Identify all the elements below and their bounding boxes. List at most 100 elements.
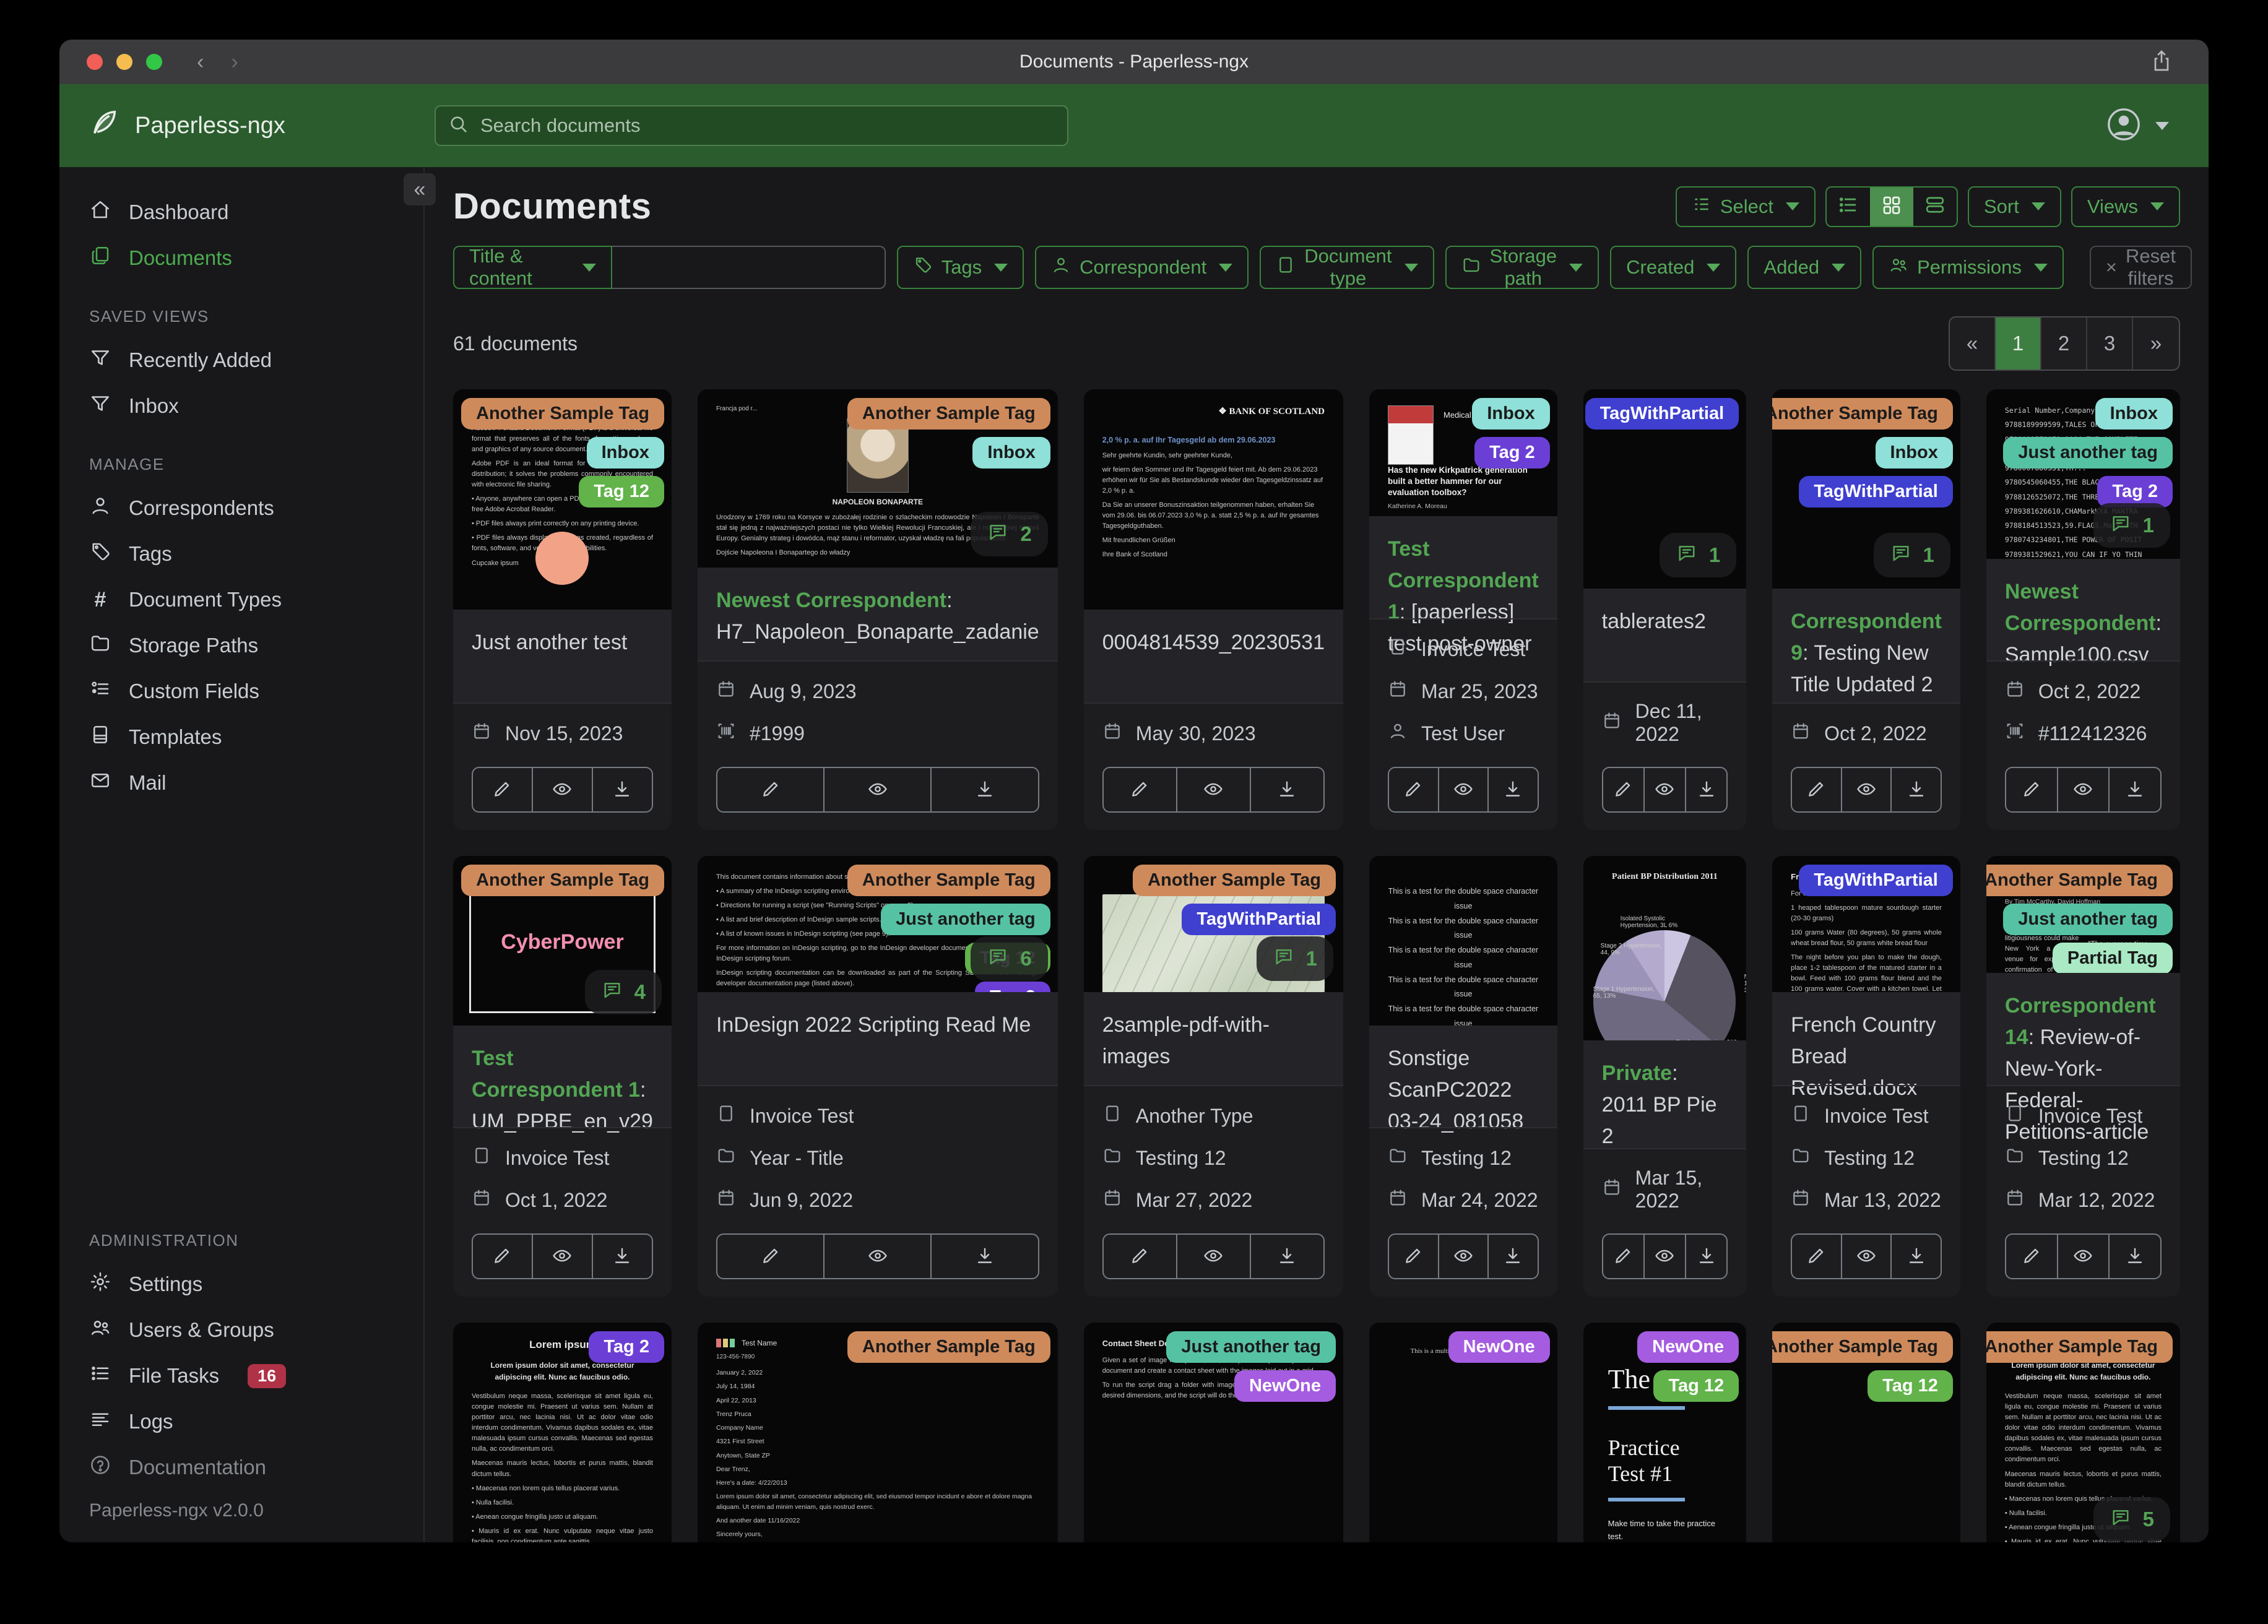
share-icon[interactable] xyxy=(2149,48,2174,76)
tag-chip[interactable]: Inbox xyxy=(972,437,1050,469)
detail-view-toggle[interactable] xyxy=(1913,188,1957,226)
document-thumbnail[interactable]: Serial Number,Company Name,Employ 9788189… xyxy=(1986,389,2180,559)
preview-button[interactable] xyxy=(1840,1233,1892,1279)
document-card[interactable]: one,1.0five,5.0Another Sample TagInboxTa… xyxy=(1772,389,1960,830)
document-correspondent-link[interactable]: Newest Correspondent xyxy=(716,589,946,612)
document-thumbnail[interactable]: This is a testAnother Sample TagTag 12 xyxy=(1772,1323,1960,1542)
document-card[interactable]: Lorem ipsumLorem ipsum dolor sit amet, c… xyxy=(1986,1323,2180,1542)
document-card[interactable]: The SATPracticeTest #1Make time to take … xyxy=(1583,1323,1747,1542)
download-button[interactable] xyxy=(1487,767,1539,813)
comment-count-badge[interactable]: 2 xyxy=(971,512,1048,556)
sidebar-item-mail[interactable]: Mail xyxy=(59,760,423,806)
edit-button[interactable] xyxy=(2004,1233,2058,1279)
preview-button[interactable] xyxy=(2056,767,2110,813)
tag-chip[interactable]: NewOne xyxy=(1637,1331,1739,1363)
download-button[interactable] xyxy=(930,767,1039,813)
filter-button-permissions[interactable]: Permissions xyxy=(1872,246,2064,289)
tag-chip[interactable]: Just another tag xyxy=(881,904,1050,935)
download-button[interactable] xyxy=(2108,767,2162,813)
document-card[interactable]: Contact Sheet DemoGiven a set of image f… xyxy=(1083,1323,1343,1542)
tag-chip[interactable]: Another Sample Tag xyxy=(847,398,1050,430)
download-button[interactable] xyxy=(1249,1233,1325,1279)
document-card[interactable]: Serial Number,Company Name,Employ 9788189… xyxy=(1986,389,2180,830)
tag-chip[interactable]: TagWithPartial xyxy=(1799,865,1953,896)
select-button[interactable]: Select xyxy=(1675,186,1816,227)
preview-button[interactable] xyxy=(1643,1233,1687,1279)
edit-button[interactable] xyxy=(716,1233,825,1279)
comment-count-badge[interactable]: 6 xyxy=(971,936,1048,981)
tag-chip[interactable]: Inbox xyxy=(2095,398,2173,430)
comment-count-badge[interactable]: 5 xyxy=(2093,1497,2170,1542)
document-card[interactable]: Adobe Acrobat PDF FilesAdobe® Portable D… xyxy=(453,389,672,830)
document-card[interactable]: CyberPowerPowerPanel® Business EditionUs… xyxy=(453,856,672,1297)
document-correspondent-link[interactable]: Test Correspondent 1 xyxy=(472,1047,640,1102)
document-thumbnail[interactable]: Medical TeacherHas the new Kirkpatrick g… xyxy=(1369,389,1557,517)
tag-chip[interactable]: Partial Tag xyxy=(2052,943,2173,973)
document-title[interactable]: Correspondent 9: Testing New Title Updat… xyxy=(1772,588,1960,702)
preview-button[interactable] xyxy=(1175,767,1251,813)
preview-button[interactable] xyxy=(1175,1233,1251,1279)
document-card[interactable]: Francja pod r... NAPOLEON BONAPARTE Urodzo… xyxy=(697,389,1058,830)
comment-count-badge[interactable]: 1 xyxy=(1256,936,1333,981)
filter-button-created[interactable]: Created xyxy=(1610,246,1737,289)
filter-button-tags[interactable]: Tags xyxy=(896,246,1024,289)
edit-button[interactable] xyxy=(2004,767,2058,813)
download-button[interactable] xyxy=(1685,767,1728,813)
edit-button[interactable] xyxy=(1791,1233,1842,1279)
document-correspondent-link[interactable]: Newest Correspondent xyxy=(2005,580,2156,635)
sidebar-item-custom-fields[interactable]: Custom Fields xyxy=(59,668,423,714)
document-thumbnail[interactable]: ❖ BANK OF SCOTLAND 2,0 % p. a. auf Ihr Ta… xyxy=(1083,389,1343,610)
tag-chip[interactable]: Just another tag xyxy=(1166,1331,1336,1363)
preview-button[interactable] xyxy=(1643,767,1687,813)
pagination-page-1[interactable]: 1 xyxy=(1996,317,2041,369)
document-card[interactable]: Test Name 123-456-7890 January 2, 2022 July… xyxy=(697,1323,1058,1542)
sidebar-item-documents[interactable]: Documents xyxy=(59,235,423,281)
sidebar-item-users-groups[interactable]: Users & Groups xyxy=(59,1307,423,1353)
title-content-dropdown[interactable]: Title & content xyxy=(453,245,612,289)
document-thumbnail[interactable]: The SATPracticeTest #1Make time to take … xyxy=(1583,1323,1747,1542)
tag-chip[interactable]: Inbox xyxy=(1875,437,1953,469)
close-window-button[interactable] xyxy=(87,54,103,70)
list-view-toggle[interactable] xyxy=(1827,188,1870,226)
zoom-window-button[interactable] xyxy=(146,54,162,70)
tag-chip[interactable]: Another Sample Tag xyxy=(461,865,664,896)
tag-chip[interactable]: Another Sample Tag xyxy=(1986,865,2173,896)
document-title[interactable]: Just another test xyxy=(453,610,672,702)
document-thumbnail[interactable]: Lorem ipsumLorem ipsum dolor sit amet, c… xyxy=(1986,1323,2180,1542)
sidebar-item-recently-added[interactable]: Recently Added xyxy=(59,337,423,383)
document-thumbnail[interactable]: This document contains information about… xyxy=(697,856,1058,992)
sidebar-item-inbox[interactable]: Inbox xyxy=(59,383,423,429)
tag-chip[interactable]: Tag 2 xyxy=(589,1331,664,1363)
preview-button[interactable] xyxy=(2056,1233,2110,1279)
sort-button[interactable]: Sort xyxy=(1968,186,2061,227)
document-thumbnail[interactable]: Francja pod r... NAPOLEON BONAPARTE Urodzo… xyxy=(697,389,1058,568)
edit-button[interactable] xyxy=(1388,1233,1439,1279)
tag-chip[interactable]: TagWithPartial xyxy=(1799,476,1953,508)
document-card[interactable]: This document contains information about… xyxy=(697,856,1058,1297)
download-button[interactable] xyxy=(930,1233,1039,1279)
sidebar-item-dashboard[interactable]: Dashboard xyxy=(59,189,423,235)
filter-button-storage-path[interactable]: Storage path xyxy=(1445,245,1599,289)
preview-button[interactable] xyxy=(823,767,932,813)
tag-chip[interactable]: Another Sample Tag xyxy=(847,1331,1050,1363)
sidebar-item-documentation[interactable]: Documentation xyxy=(59,1445,423,1490)
back-icon[interactable]: ‹ xyxy=(197,50,204,74)
document-thumbnail[interactable]: Lorem ipsumLorem ipsum dolor sit amet, c… xyxy=(453,1323,672,1542)
forward-icon[interactable]: › xyxy=(231,50,238,74)
edit-button[interactable] xyxy=(1102,1233,1177,1279)
tag-chip[interactable]: NewOne xyxy=(1448,1331,1550,1363)
pagination-page-3[interactable]: 3 xyxy=(2087,317,2133,369)
document-card[interactable]: This is a test for the double space char… xyxy=(1369,856,1557,1297)
brand[interactable]: Paperless-ngx xyxy=(88,106,435,145)
document-correspondent-link[interactable]: Correspondent 14 xyxy=(2005,994,2156,1049)
preview-button[interactable] xyxy=(1437,767,1489,813)
document-thumbnail[interactable]: Contact Sheet DemoGiven a set of image f… xyxy=(1083,1323,1343,1542)
document-thumbnail[interactable]: CyberPowerPowerPanel® Business EditionUs… xyxy=(453,856,672,1026)
document-card[interactable]: This is a testAnother Sample TagTag 12 xyxy=(1772,1323,1960,1542)
document-thumbnail[interactable]: Curabitur bibendum ante urna, sed blandi… xyxy=(1083,856,1343,992)
document-thumbnail[interactable]: Review of Arbitral Awards Shows Swift Re… xyxy=(1986,856,2180,973)
tag-chip[interactable]: Tag 12 xyxy=(1653,1370,1739,1402)
tag-chip[interactable]: Another Sample Tag xyxy=(1772,1331,1953,1363)
document-thumbnail[interactable]: This is a test for the double space char… xyxy=(1369,856,1557,1026)
document-title[interactable]: 2sample-pdf-with-images xyxy=(1083,992,1343,1085)
